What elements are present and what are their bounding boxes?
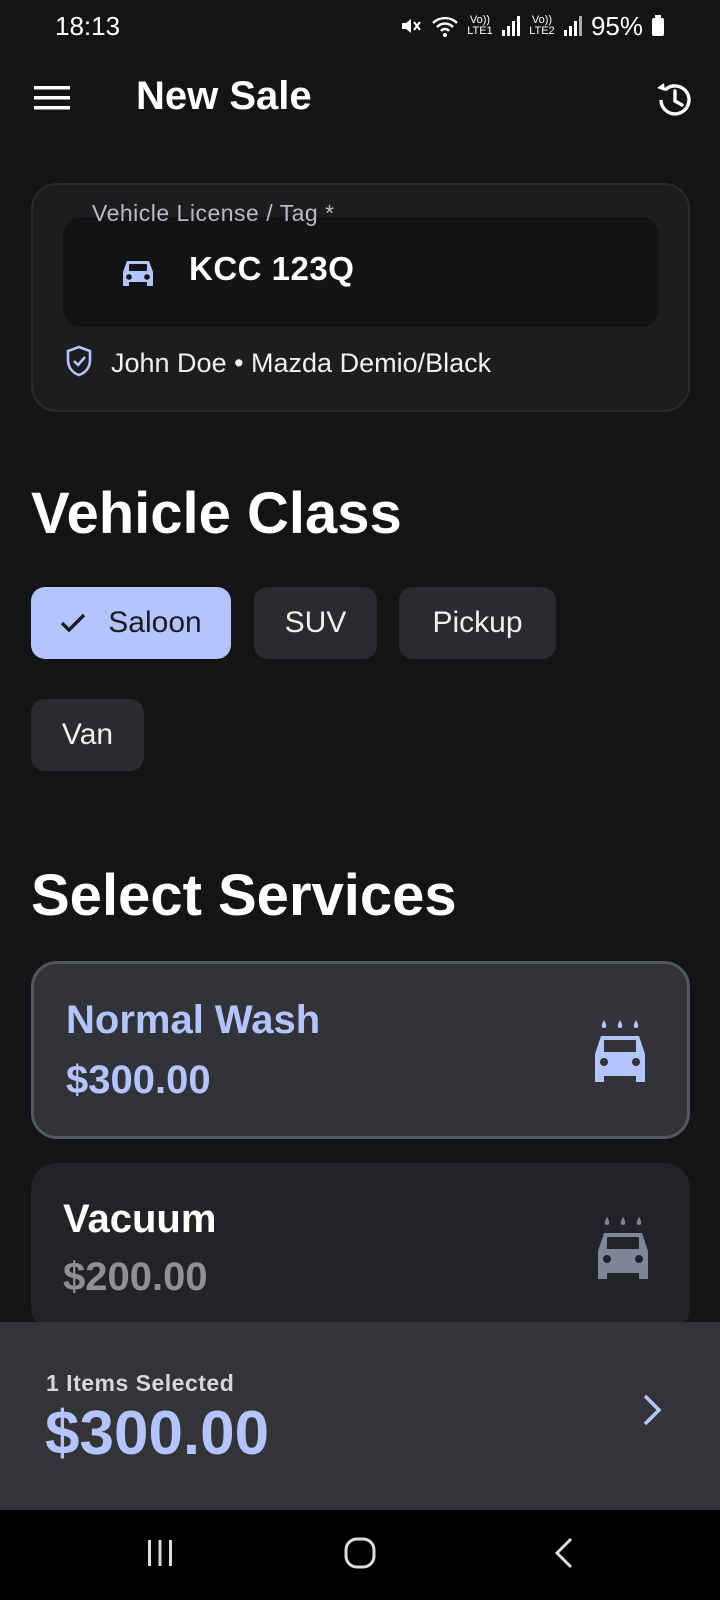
home-icon <box>344 1537 376 1574</box>
page-title: New Sale <box>136 74 312 118</box>
license-field-label: Vehicle License / Tag * <box>92 200 335 226</box>
license-plate-value[interactable]: KCC 123Q <box>189 250 354 288</box>
total-amount: $300.00 <box>45 1399 270 1468</box>
menu-button[interactable] <box>30 78 74 122</box>
service-name: Normal Wash <box>66 998 321 1042</box>
service-price: $200.00 <box>63 1255 208 1299</box>
chip-label: Van <box>61 718 114 751</box>
status-bar: 18:13 Vo)) LTE1 Vo)) LTE2 95% <box>0 0 720 52</box>
recent-apps-icon <box>145 1539 175 1572</box>
sim1-label: Vo)) LTE1 <box>467 14 493 37</box>
sim2-label: Vo)) LTE2 <box>529 14 555 37</box>
select-services-title: Select Services <box>31 863 457 928</box>
class-chip-saloon[interactable]: Saloon <box>31 587 231 659</box>
items-selected-count: 1 Items Selected <box>46 1370 235 1396</box>
proceed-button[interactable] <box>628 1388 676 1436</box>
car-wash-icon <box>589 1016 651 1093</box>
system-nav-bar <box>0 1510 720 1600</box>
service-price: $300.00 <box>66 1058 211 1102</box>
battery-percent: 95% <box>590 10 643 41</box>
vehicle-class-title: Vehicle Class <box>31 481 402 546</box>
status-icons: Vo)) LTE1 Vo)) LTE2 95% <box>399 11 665 42</box>
license-plate-field[interactable]: KCC 123Q <box>63 217 659 327</box>
chip-label: SUV <box>284 606 347 639</box>
service-name: Vacuum <box>63 1197 217 1241</box>
history-icon <box>653 79 695 126</box>
car-icon <box>120 257 156 289</box>
class-chip-pickup[interactable]: Pickup <box>399 587 556 659</box>
check-icon <box>60 613 86 633</box>
chip-label: Saloon <box>108 606 202 639</box>
service-card-normal-wash[interactable]: Normal Wash $300.00 <box>31 961 690 1139</box>
owner-summary: John Doe • Mazda Demio/Black <box>111 348 492 378</box>
back-button[interactable] <box>534 1532 594 1578</box>
owner-info: John Doe • Mazda Demio/Black <box>65 345 491 382</box>
signal-icon <box>563 15 583 37</box>
hamburger-menu-icon <box>34 85 70 116</box>
battery-icon <box>651 15 665 37</box>
chevron-right-icon <box>641 1393 663 1432</box>
status-time: 18:13 <box>55 10 121 41</box>
checkout-summary-bar[interactable]: 1 Items Selected $300.00 <box>0 1322 720 1510</box>
class-chip-van[interactable]: Van <box>31 699 144 771</box>
wifi-icon <box>431 14 459 38</box>
signal-icon <box>501 15 521 37</box>
car-wash-icon <box>592 1213 654 1290</box>
back-chevron-icon <box>554 1537 574 1574</box>
app-bar: New Sale <box>0 60 720 142</box>
home-button[interactable] <box>330 1532 390 1578</box>
chip-label: Pickup <box>432 606 523 639</box>
mute-icon <box>399 14 423 38</box>
class-chip-suv[interactable]: SUV <box>254 587 377 659</box>
verified-shield-icon <box>65 345 93 382</box>
recent-apps-button[interactable] <box>130 1532 190 1578</box>
service-card-vacuum[interactable]: Vacuum $200.00 <box>31 1163 690 1333</box>
history-button[interactable] <box>650 78 698 126</box>
